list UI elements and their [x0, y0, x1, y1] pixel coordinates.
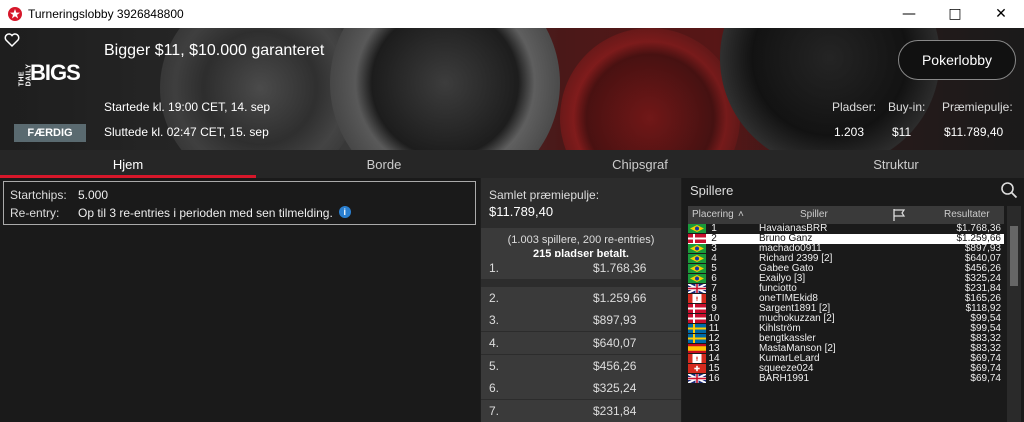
players-scrollbar[interactable]: [1007, 206, 1021, 422]
table-row[interactable]: 2 Bruno Ganz $1.259,66: [688, 234, 1004, 244]
buyin-label: Buy-in:: [888, 100, 926, 114]
table-row[interactable]: 8 oneTIMEkid8 $165,26: [688, 294, 1004, 304]
prize-row: 2. $1.259,66: [481, 287, 681, 309]
prize-summary-players: (1.003 spillere, 200 re-entries): [507, 234, 655, 246]
tournament-banner: THE DAILY BIGS FÆRDIG Bigger $11, $10.00…: [0, 28, 1024, 150]
startchips-label: Startchips:: [10, 188, 67, 202]
player-result: $69,74: [970, 373, 1001, 384]
flag-column-icon[interactable]: [892, 208, 906, 222]
table-row[interactable]: 3 machado0911 $897,93: [688, 244, 1004, 254]
prize-row: 6. $325,24: [481, 377, 681, 399]
startchips-value: 5.000: [78, 188, 109, 202]
prize-row: 1. $1.768,36: [481, 257, 681, 279]
reentry-label: Re-entry:: [10, 206, 60, 220]
column-player[interactable]: Spiller: [800, 209, 828, 220]
reentry-row: Re-entry: Op til 3 re-entries i perioden…: [10, 206, 351, 220]
start-time: Startede kl. 19:00 CET, 14. sep: [104, 100, 271, 114]
tab-structure[interactable]: Struktur: [768, 150, 1024, 178]
players-table-body: 1 HavaianasBRR $1.768,36 2 Bruno Ganz $1.259,…: [687, 224, 1004, 384]
reentry-value: Op til 3 re-entries i perioden med sen t…: [78, 206, 333, 220]
table-row[interactable]: 4 Richard 2399 [2] $640,07: [688, 254, 1004, 264]
table-row[interactable]: 6 Exailyo [3] $325,24: [688, 274, 1004, 284]
column-results[interactable]: Resultater: [944, 209, 990, 220]
players-table-header: Placering ˄ Spiller Resultater: [688, 206, 1004, 224]
prize-row: 7. $231,84: [481, 400, 681, 422]
table-row[interactable]: 15 squeeze024 $69,74: [688, 364, 1004, 374]
end-time: Sluttede kl. 02:47 CET, 15. sep: [104, 125, 269, 139]
prize-row: 4. $640,07: [481, 332, 681, 354]
tab-bar: Hjem Borde Chipsgraf Struktur: [0, 150, 1024, 178]
players-panel: Spillere Placering ˄ Spiller Resultater …: [682, 178, 1024, 422]
window-title: Turneringslobby 3926848800: [28, 7, 184, 21]
tab-home[interactable]: Hjem: [0, 150, 256, 178]
player-name: BARH1991: [759, 373, 810, 384]
maximize-button[interactable]: □: [932, 0, 978, 28]
minimize-button[interactable]: —: [886, 0, 932, 28]
sort-up-icon[interactable]: ˄: [738, 209, 744, 220]
pokerlobby-button[interactable]: Pokerlobby: [898, 40, 1016, 80]
tournament-info-panel: Startchips: 5.000 Re-entry: Op til 3 re-…: [0, 178, 480, 422]
seats-label: Pladser:: [832, 100, 877, 114]
prize-pool-panel: Samlet præmiepulje: $11.789,40 (1.003 sp…: [481, 178, 681, 422]
player-rank: 16: [708, 373, 720, 384]
prize-pool-heading: Samlet præmiepulje:: [489, 188, 600, 202]
favorite-heart-icon[interactable]: [4, 32, 20, 48]
info-box: Startchips: 5.000 Re-entry: Op til 3 re-…: [3, 181, 476, 225]
players-title: Spillere: [690, 183, 734, 198]
startchips-row: Startchips: 5.000: [10, 188, 108, 202]
status-badge: FÆRDIG: [14, 124, 86, 142]
prize-row: 5. $456,26: [481, 355, 681, 377]
tab-tables[interactable]: Borde: [256, 150, 512, 178]
prize-row: 3. $897,93: [481, 309, 681, 331]
tab-chip-graph[interactable]: Chipsgraf: [512, 150, 768, 178]
info-icon[interactable]: i: [338, 206, 351, 218]
prizepool-label: Præmiepulje:: [942, 100, 1013, 114]
table-row[interactable]: 12 bengtkassler $83,32: [688, 334, 1004, 344]
tournament-name: Bigger $11, $10.000 garanteret: [104, 42, 325, 59]
pokerstars-logo-icon: [8, 7, 22, 21]
buyin-value: $11: [892, 125, 912, 139]
table-row[interactable]: 16 BARH1991 $69,74: [687, 373, 1004, 384]
table-row[interactable]: 5 Gabee Gato $456,26: [688, 264, 1004, 274]
table-row[interactable]: 7 funciotto $231,84: [687, 283, 1004, 294]
table-row[interactable]: 10 muchokuzzan [2] $99,54: [688, 314, 1004, 324]
prizepool-value: $11.789,40: [944, 125, 1004, 139]
close-button[interactable]: ✕: [978, 0, 1024, 28]
table-row[interactable]: 13 MastaManson [2] $83,32: [688, 344, 1004, 354]
column-rank[interactable]: Placering: [692, 209, 734, 220]
table-row[interactable]: 9 Sargent1891 [2] $118,92: [688, 304, 1004, 314]
prize-pool-total: $11.789,40: [489, 204, 554, 219]
search-icon[interactable]: [1000, 181, 1018, 199]
window-titlebar: Turneringslobby 3926848800 — □ ✕: [0, 0, 1024, 28]
scrollbar-thumb[interactable]: [1010, 226, 1018, 286]
seats-value: 1.203: [834, 125, 865, 139]
table-row[interactable]: 14 KumarLeLard $69,74: [688, 354, 1004, 364]
table-row[interactable]: 11 Kihlström $99,54: [688, 324, 1004, 334]
